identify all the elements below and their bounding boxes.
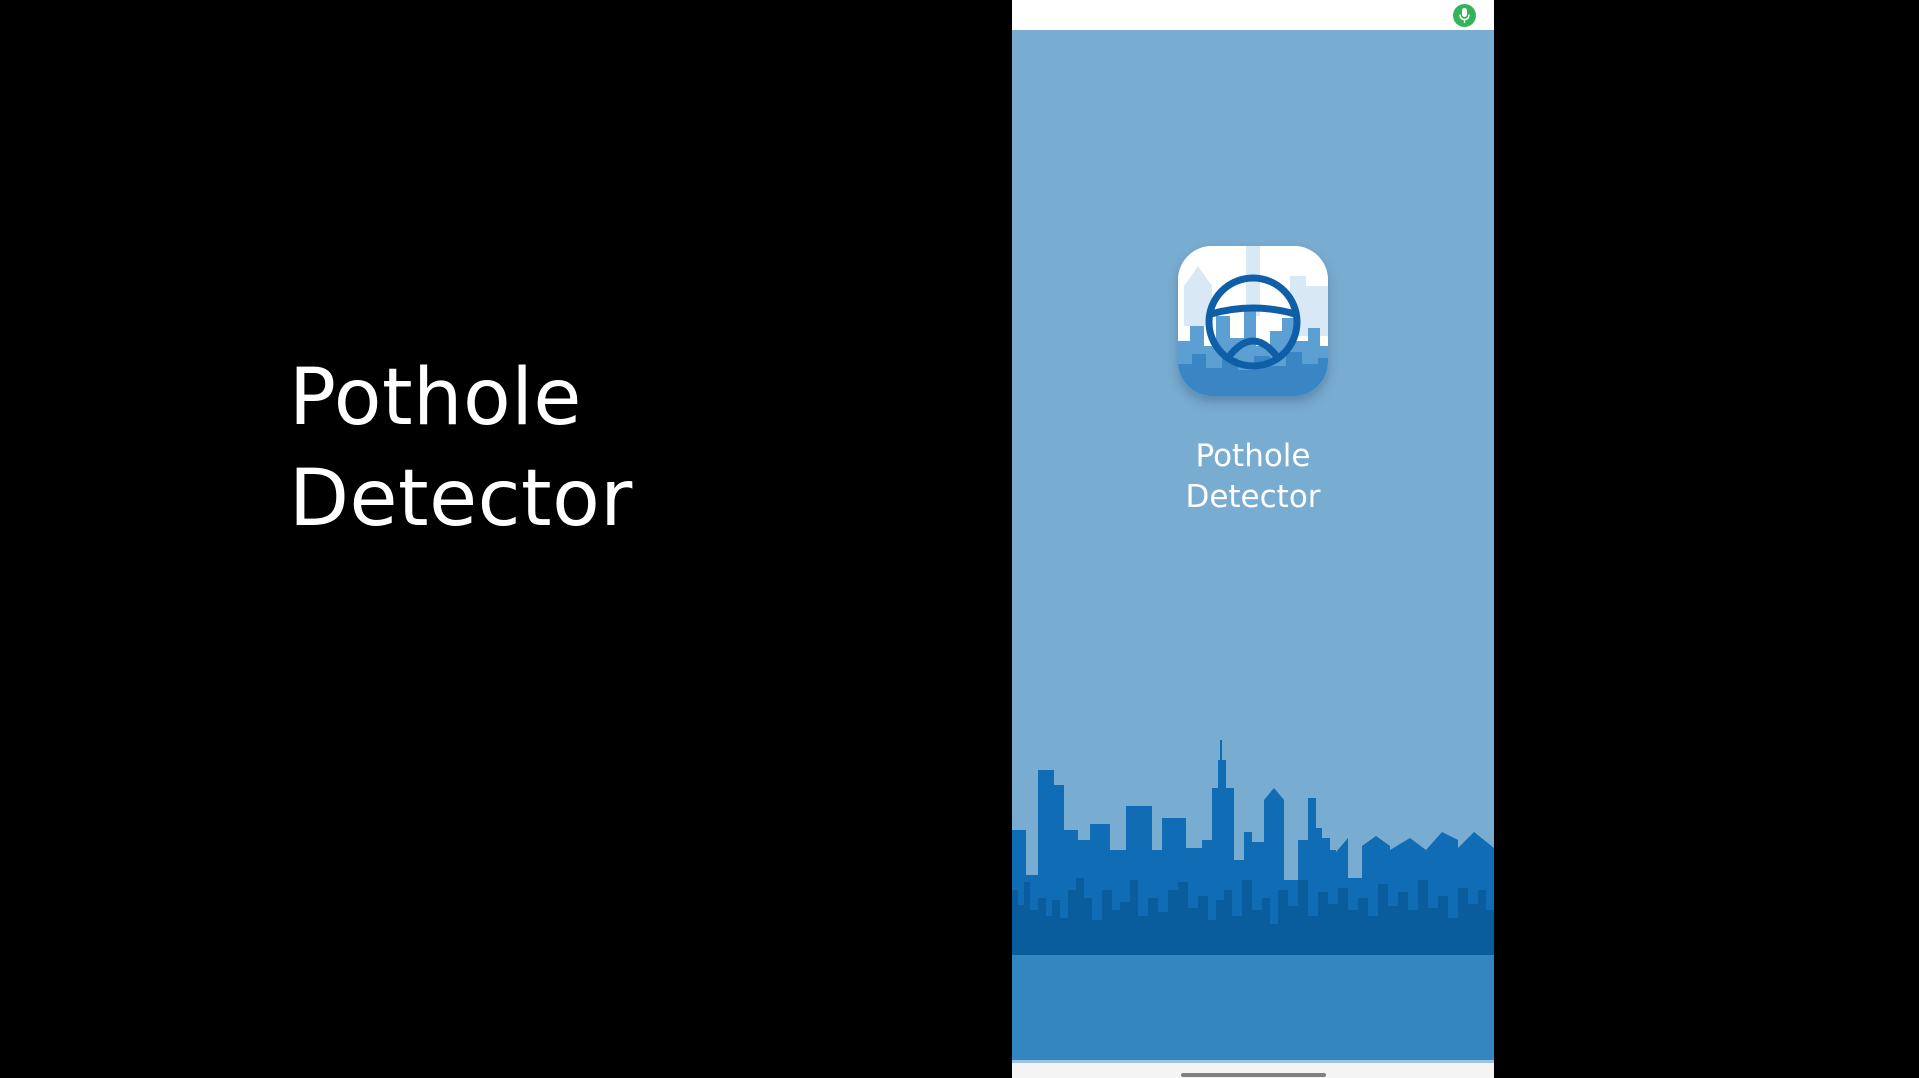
home-indicator[interactable] xyxy=(1181,1073,1326,1077)
app-name: Pothole Detector xyxy=(1012,436,1494,518)
slide-title-line-1: Pothole xyxy=(289,353,582,443)
microphone-icon xyxy=(1453,4,1476,27)
status-bar xyxy=(1012,0,1494,30)
navigation-bar xyxy=(1012,1060,1494,1078)
app-name-line-1: Pothole xyxy=(1195,438,1311,474)
phone-screen: Pothole Detector xyxy=(1012,0,1494,1078)
app-name-line-2: Detector xyxy=(1185,479,1321,515)
slide-title: Pothole Detector xyxy=(289,348,633,550)
slide-title-line-2: Detector xyxy=(289,454,633,544)
steering-wheel-city-icon xyxy=(1178,246,1328,396)
city-skyline-illustration xyxy=(1012,740,1494,955)
screen: Pothole Detector Pothole Detector xyxy=(0,0,1919,1078)
